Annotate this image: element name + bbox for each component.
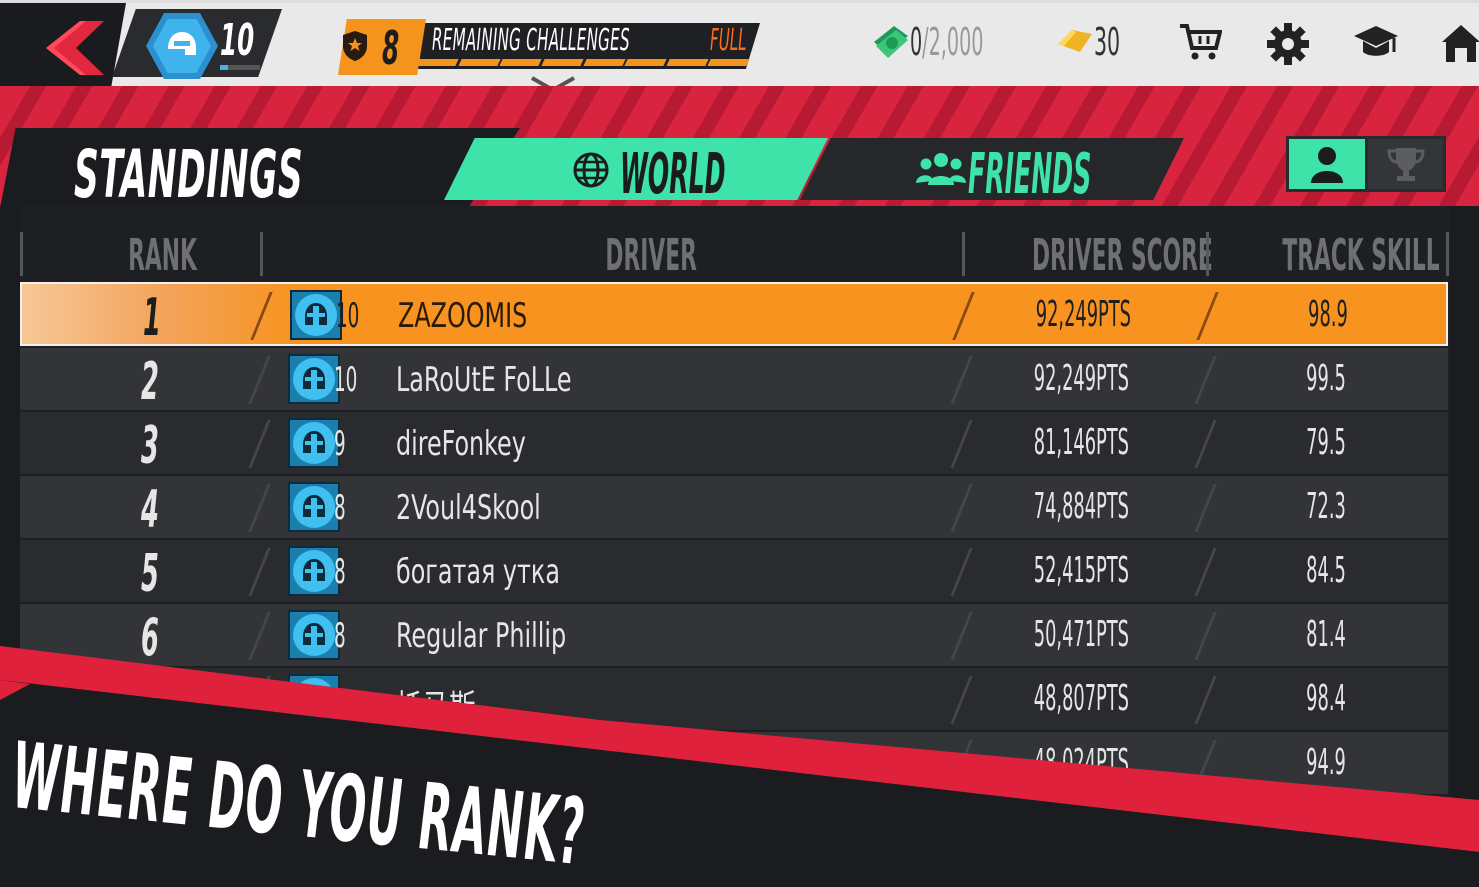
table-row[interactable]: 7 托马斯 48,807PTS 98.4 bbox=[20, 668, 1448, 732]
track-skill: 94.9 bbox=[1306, 742, 1346, 783]
group-icon bbox=[916, 153, 966, 185]
home-icon[interactable] bbox=[1440, 22, 1479, 64]
trophy-icon bbox=[1386, 148, 1425, 181]
table-row[interactable]: 2 10 LaRoUtE FoLLe 92,249PTS 99.5 bbox=[20, 348, 1448, 412]
column-track-skill[interactable]: TRACK SKILL bbox=[1282, 230, 1439, 281]
driver-avatar[interactable] bbox=[288, 482, 340, 532]
driver-level: 8 bbox=[334, 552, 346, 592]
rank-value: 3 bbox=[141, 416, 159, 476]
driver-avatar[interactable] bbox=[288, 610, 340, 660]
graduation-cap-icon[interactable] bbox=[1352, 22, 1400, 62]
cash-amount: 0/2,000 bbox=[910, 20, 984, 64]
challenges-progress bbox=[416, 59, 750, 66]
driver-name: Regular Phillip bbox=[396, 616, 567, 656]
cash-icon bbox=[874, 26, 908, 58]
driver-score: 92,249PTS bbox=[1033, 358, 1129, 399]
rank-value: 4 bbox=[141, 480, 159, 540]
driver-level: 9 bbox=[334, 424, 346, 464]
track-skill: 98.9 bbox=[1308, 294, 1348, 335]
gold-amount: 30 bbox=[1094, 20, 1121, 64]
tab-world-label: WORLD bbox=[620, 142, 726, 207]
driver-level: 10 bbox=[334, 360, 358, 400]
driver-score: 50,471PTS bbox=[1033, 614, 1129, 655]
driver-level: 10 bbox=[336, 296, 360, 336]
tab-friends[interactable]: FRIENDS bbox=[800, 138, 1184, 200]
table-row[interactable]: 6 8 Regular Phillip 50,471PTS 81.4 bbox=[20, 604, 1448, 668]
back-icon bbox=[46, 21, 104, 75]
cash-max: /2,000 bbox=[922, 20, 984, 64]
challenges-widget[interactable]: 8 REMAINING CHALLENGES FULL bbox=[330, 17, 760, 77]
driver-level: 8 bbox=[334, 616, 346, 656]
track-skill: 72.3 bbox=[1306, 486, 1346, 527]
helmet-icon bbox=[305, 303, 327, 325]
column-driver[interactable]: DRIVER bbox=[605, 230, 696, 281]
challenges-status: FULL bbox=[710, 23, 747, 58]
level-progress-bar bbox=[220, 65, 260, 70]
gear-icon[interactable] bbox=[1266, 22, 1310, 66]
table-row[interactable]: 4 8 2Voul4Skool 74,884PTS 72.3 bbox=[20, 476, 1448, 540]
driver-avatar[interactable] bbox=[290, 290, 342, 340]
driver-score: 74,884PTS bbox=[1033, 486, 1129, 527]
driver-avatar[interactable] bbox=[288, 546, 340, 596]
tab-world[interactable]: WORLD bbox=[444, 138, 828, 200]
driver-name: 托马斯 bbox=[396, 688, 476, 728]
table-header: RANK DRIVER DRIVER SCORE TRACK SKILL bbox=[20, 230, 1450, 281]
driver-name: богатая утка bbox=[396, 552, 560, 592]
helmet-icon bbox=[303, 367, 325, 389]
column-driver-score[interactable]: DRIVER SCORE bbox=[1032, 230, 1213, 281]
toggle-player-view[interactable] bbox=[1289, 139, 1365, 189]
rank-value: 2 bbox=[141, 352, 159, 412]
driver-level: 8 bbox=[334, 488, 346, 528]
driver-name: direFonkey bbox=[396, 424, 526, 464]
track-skill: 98.4 bbox=[1306, 678, 1346, 719]
table-row[interactable]: 5 8 богатая утка 52,415PTS 84.5 bbox=[20, 540, 1448, 604]
toggle-trophy-view[interactable] bbox=[1368, 139, 1443, 189]
table-row[interactable]: 1 10 ZAZOOMIS 92,249PTS 98.9 bbox=[20, 282, 1448, 348]
driver-name: LaRoUtE FoLLe bbox=[396, 360, 572, 400]
top-bar: 10 8 REMAINING CHALLENGES FULL bbox=[0, 0, 1479, 89]
standings-table: RANK DRIVER DRIVER SCORE TRACK SKILL 1 10… bbox=[20, 206, 1450, 806]
driver-score: 48,807PTS bbox=[1033, 678, 1129, 719]
driver-avatar[interactable] bbox=[288, 674, 340, 724]
driver-score: 92,249PTS bbox=[1035, 294, 1131, 335]
helmet-icon bbox=[168, 32, 196, 55]
track-skill: 79.5 bbox=[1306, 422, 1346, 463]
badge-icon bbox=[343, 31, 367, 61]
helmet-icon bbox=[303, 431, 325, 453]
rank-value: 7 bbox=[141, 672, 159, 732]
track-skill: 84.5 bbox=[1306, 550, 1346, 591]
view-toggle bbox=[1286, 136, 1446, 192]
column-rank[interactable]: RANK bbox=[128, 230, 197, 281]
driver-name: ZAZOOMIS bbox=[398, 296, 528, 336]
helmet-icon bbox=[303, 687, 325, 709]
rank-value: 5 bbox=[141, 544, 159, 604]
driver-avatar[interactable] bbox=[288, 418, 340, 468]
track-skill: 81.4 bbox=[1306, 614, 1346, 655]
tab-friends-label: FRIENDS bbox=[968, 142, 1092, 207]
helmet-icon bbox=[303, 623, 325, 645]
table-body: 1 10 ZAZOOMIS 92,249PTS 98.9 2 10 LaRoUtE FoLLe… bbox=[20, 282, 1450, 796]
person-icon bbox=[1311, 147, 1343, 183]
driver-score: 48,024PTS bbox=[1033, 742, 1129, 783]
gold-icon bbox=[1058, 30, 1092, 52]
driver-score: 52,415PTS bbox=[1033, 550, 1129, 591]
track-skill: 99.5 bbox=[1306, 358, 1346, 399]
rank-value: 1 bbox=[143, 288, 161, 348]
page-title: STANDINGS bbox=[74, 136, 304, 213]
rank-value: 6 bbox=[141, 608, 159, 668]
driver-avatar[interactable] bbox=[288, 354, 340, 404]
table-row[interactable]: 3 9 direFonkey 81,146PTS 79.5 bbox=[20, 412, 1448, 476]
cart-icon[interactable] bbox=[1178, 22, 1222, 62]
helmet-icon bbox=[303, 559, 325, 581]
driver-score: 81,146PTS bbox=[1033, 422, 1129, 463]
challenges-count: 8 bbox=[382, 21, 400, 75]
back-button[interactable] bbox=[40, 17, 112, 79]
player-level: 10 bbox=[220, 15, 255, 66]
challenges-label: REMAINING CHALLENGES bbox=[432, 23, 630, 58]
driver-name: 2Voul4Skool bbox=[396, 488, 541, 528]
globe-icon bbox=[573, 152, 609, 188]
helmet-icon bbox=[303, 495, 325, 517]
